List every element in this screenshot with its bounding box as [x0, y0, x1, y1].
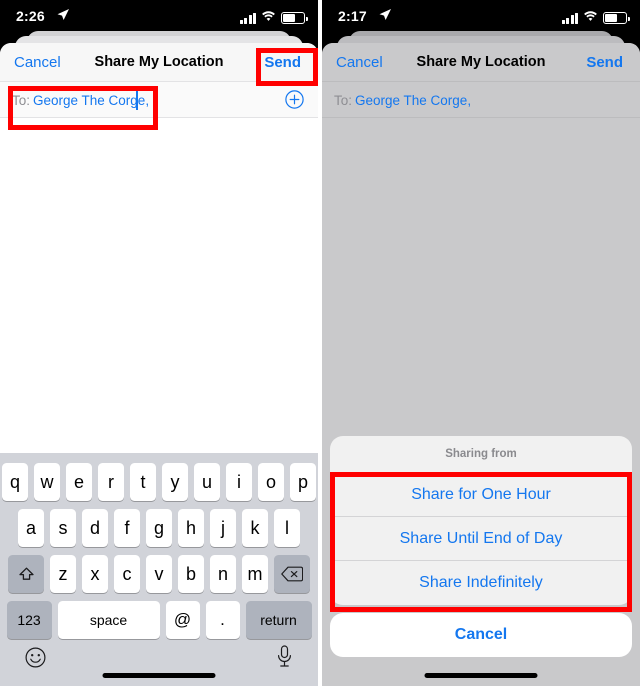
- share-duration-action-sheet: Sharing from Share for One Hour Share Un…: [330, 436, 632, 686]
- recipient-to-field[interactable]: To: George The Corge,: [0, 82, 318, 118]
- right-status-bar: 2:17: [322, 0, 640, 34]
- key-f[interactable]: f: [114, 509, 140, 547]
- key-b[interactable]: b: [178, 555, 204, 593]
- recipient-token[interactable]: George The Corge,: [355, 92, 471, 109]
- action-sheet-bottom-spacer: [330, 657, 632, 686]
- key-l[interactable]: l: [274, 509, 300, 547]
- plus-circle-icon[interactable]: [285, 90, 304, 109]
- key-c[interactable]: c: [114, 555, 140, 593]
- home-indicator: [102, 673, 216, 678]
- key-t[interactable]: t: [130, 463, 156, 501]
- keyboard-row-4: 123 space @ . return: [0, 601, 318, 639]
- key-s[interactable]: s: [50, 509, 76, 547]
- battery-icon: [603, 12, 630, 24]
- share-indefinitely-button[interactable]: Share Indefinitely: [330, 561, 632, 605]
- action-sheet-cancel-button[interactable]: Cancel: [330, 613, 632, 657]
- key-i[interactable]: i: [226, 463, 252, 501]
- keyboard-row-3: z x c v b n m: [0, 555, 318, 593]
- share-location-sheet: Cancel Share My Location Send To: George…: [322, 43, 640, 686]
- left-nav-bar: Cancel Share My Location Send: [0, 43, 318, 82]
- home-indicator: [424, 673, 538, 678]
- period-key[interactable]: .: [205, 601, 240, 639]
- share-location-sheet: Cancel Share My Location Send To: George…: [0, 43, 318, 686]
- location-arrow-icon: [378, 8, 392, 22]
- key-v[interactable]: v: [146, 555, 172, 593]
- status-bar-time: 2:17: [338, 8, 367, 24]
- emoji-smiley-icon[interactable]: [25, 647, 46, 668]
- delete-backspace-icon[interactable]: [274, 555, 310, 593]
- recipient-to-field[interactable]: To: George The Corge,: [322, 82, 640, 118]
- send-button[interactable]: Send: [586, 53, 623, 72]
- key-w[interactable]: w: [34, 463, 60, 501]
- key-d[interactable]: d: [82, 509, 108, 547]
- key-a[interactable]: a: [18, 509, 44, 547]
- send-button[interactable]: Send: [264, 53, 301, 72]
- key-q[interactable]: q: [2, 463, 28, 501]
- cellular-bars-icon: [561, 12, 578, 24]
- location-arrow-icon: [56, 8, 70, 22]
- microphone-icon[interactable]: [276, 645, 293, 669]
- wifi-icon: [583, 9, 598, 27]
- right-phone-screenshot: 2:17 Cancel Share My Location Send To: G…: [322, 0, 640, 686]
- keyboard-row-2: a s d f g h j k l: [0, 509, 318, 547]
- key-e[interactable]: e: [66, 463, 92, 501]
- key-y[interactable]: y: [162, 463, 188, 501]
- screenshot-stage: 2:26 Cancel Share My Location Send To: G…: [0, 0, 640, 686]
- key-p[interactable]: p: [290, 463, 316, 501]
- key-o[interactable]: o: [258, 463, 284, 501]
- software-keyboard[interactable]: q w e r t y u i o p a s d f g h j k l z …: [0, 453, 318, 686]
- numeric-keyboard-button[interactable]: 123: [6, 601, 52, 639]
- key-r[interactable]: r: [98, 463, 124, 501]
- key-h[interactable]: h: [178, 509, 204, 547]
- share-until-end-of-day-button[interactable]: Share Until End of Day: [330, 517, 632, 561]
- keyboard-row-1: q w e r t y u i o p: [0, 463, 318, 501]
- to-label: To:: [12, 93, 31, 108]
- keyboard-bottom-bar: [0, 639, 318, 686]
- to-label: To:: [334, 93, 353, 108]
- battery-icon: [281, 12, 308, 24]
- left-status-bar: 2:26: [0, 0, 318, 34]
- return-key[interactable]: return: [245, 601, 312, 639]
- status-bar-indicators: [239, 9, 308, 27]
- action-sheet-title: Sharing from: [330, 436, 632, 473]
- status-bar-time: 2:26: [16, 8, 45, 24]
- shift-icon[interactable]: [8, 555, 44, 593]
- key-m[interactable]: m: [242, 555, 268, 593]
- wifi-icon: [261, 9, 276, 27]
- key-g[interactable]: g: [146, 509, 172, 547]
- cellular-bars-icon: [239, 12, 256, 24]
- key-k[interactable]: k: [242, 509, 268, 547]
- share-one-hour-button[interactable]: Share for One Hour: [330, 473, 632, 517]
- key-j[interactable]: j: [210, 509, 236, 547]
- at-key[interactable]: @: [165, 601, 200, 639]
- left-phone-screenshot: 2:26 Cancel Share My Location Send To: G…: [0, 0, 318, 686]
- status-bar-indicators: [561, 9, 630, 27]
- key-z[interactable]: z: [50, 555, 76, 593]
- space-key[interactable]: space: [57, 601, 160, 639]
- key-x[interactable]: x: [82, 555, 108, 593]
- key-n[interactable]: n: [210, 555, 236, 593]
- recipient-token[interactable]: George The Corge,: [33, 92, 149, 109]
- text-caret: [136, 90, 138, 110]
- action-sheet-options-group: Sharing from Share for One Hour Share Un…: [330, 436, 632, 605]
- key-u[interactable]: u: [194, 463, 220, 501]
- right-nav-bar: Cancel Share My Location Send: [322, 43, 640, 82]
